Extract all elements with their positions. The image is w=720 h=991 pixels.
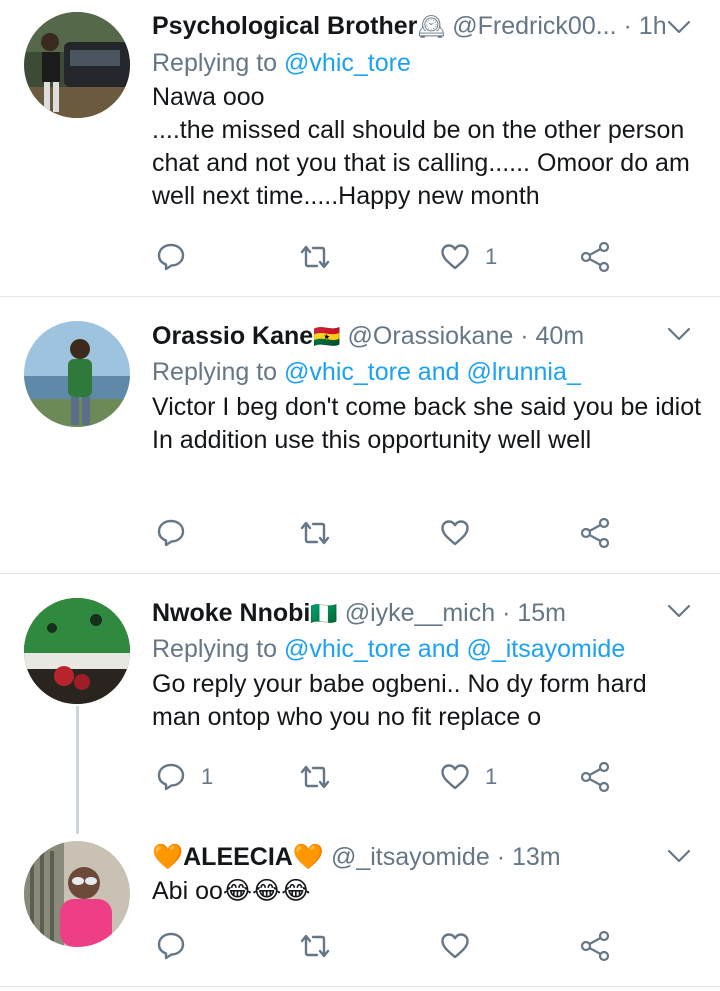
timestamp[interactable]: · 13m [497,843,561,871]
tweet-text: Go reply your babe ogbeni.. No dy form h… [152,670,647,731]
avatar[interactable] [24,841,130,947]
share-icon [579,930,611,962]
retweet-button[interactable] [298,929,346,963]
reply-button[interactable] [155,240,201,274]
display-name[interactable]: Psychological Brother [152,12,417,40]
tweet-text: Victor I beg don't come back she said yo… [152,393,702,454]
reply-icon [155,761,187,793]
display-name[interactable]: 🧡ALEECIA🧡 [152,843,324,871]
like-button[interactable]: 1 [439,240,497,274]
heart-icon [439,930,471,962]
avatar[interactable] [24,12,130,118]
replying-to: Replying to @vhic_tore [152,45,702,81]
tweet-header: Orassio Kane🇬🇭 @Orassiokane · 40m [152,318,702,354]
retweet-button[interactable] [298,760,346,794]
replying-prefix: Replying to [152,358,278,386]
chevron-down-icon[interactable] [666,598,692,624]
flag-nigeria-icon: 🇳🇬 [310,601,338,626]
flag-ghana-icon: 🇬🇭 [313,324,341,349]
chevron-down-icon[interactable] [666,321,692,347]
user-handle[interactable]: @_itsayomide [331,843,490,871]
reply-icon [155,241,187,273]
avatar[interactable] [24,598,130,704]
tweet[interactable]: 🧡ALEECIA🧡 @_itsayomide · 13m Abi oo😂😂😂 [0,829,720,991]
retweet-button[interactable] [298,516,346,550]
user-handle[interactable]: @iyke__mich [345,599,495,627]
replying-to-link[interactable]: @vhic_tore and @lrunnia_ [284,358,581,386]
tweet-header: Psychological Brother🕰 @Fredrick00... · … [152,8,702,44]
chevron-down-icon[interactable] [666,14,692,40]
timestamp[interactable]: · 1h [624,12,667,40]
avatar[interactable] [24,321,130,427]
share-icon [579,517,611,549]
reply-button[interactable]: 1 [155,760,213,794]
share-button[interactable] [579,516,611,550]
like-count: 1 [485,764,498,789]
tweet[interactable]: Orassio Kane🇬🇭 @Orassiokane · 40m Replyi… [0,297,720,573]
reply-icon [155,517,187,549]
tweet-header: 🧡ALEECIA🧡 @_itsayomide · 13m [152,839,702,875]
heart-icon [439,517,471,549]
tweet[interactable]: Psychological Brother🕰 @Fredrick00... · … [0,0,720,296]
retweet-icon [298,930,332,962]
retweet-icon [298,517,332,549]
tweet-text: Abi oo😂😂😂 [152,877,311,905]
replying-to: Replying to @vhic_tore and @lrunnia_ [152,354,702,390]
divider [0,986,720,987]
like-button[interactable]: 1 [439,760,497,794]
reply-button[interactable] [155,516,201,550]
like-button[interactable] [439,516,485,550]
chevron-down-icon[interactable] [666,843,692,869]
reply-count: 1 [201,764,214,789]
retweet-icon [298,761,332,793]
timestamp[interactable]: · 40m [520,322,584,350]
like-count: 1 [485,244,498,269]
heart-icon [439,761,471,793]
replying-to-link[interactable]: @vhic_tore and @_itsayomide [284,635,625,663]
share-icon [579,241,611,273]
replying-to-link[interactable]: @vhic_tore [284,49,411,77]
replying-to: Replying to @vhic_tore and @_itsayomide [152,631,702,667]
tweet-header: Nwoke Nnobi🇳🇬 @iyke__mich · 15m [152,595,702,631]
user-handle[interactable]: @Orassiokane [348,322,514,350]
reply-button[interactable] [155,929,201,963]
share-button[interactable] [579,240,611,274]
replying-prefix: Replying to [152,49,278,77]
share-icon [579,761,611,793]
retweet-icon [298,241,332,273]
tweet[interactable]: Nwoke Nnobi🇳🇬 @iyke__mich · 15m Replying… [0,574,720,829]
share-button[interactable] [579,929,611,963]
timestamp[interactable]: · 15m [502,599,566,627]
reply-icon [155,930,187,962]
replying-prefix: Replying to [152,635,278,663]
user-handle[interactable]: @Fredrick00... [452,12,616,40]
name-emoji: 🕰 [417,14,446,39]
retweet-button[interactable] [298,240,346,274]
heart-icon [439,241,471,273]
display-name[interactable]: Nwoke Nnobi [152,599,310,627]
share-button[interactable] [579,760,611,794]
tweet-text: Nawa ooo ....the missed call should be o… [152,83,690,210]
like-button[interactable] [439,929,485,963]
display-name[interactable]: Orassio Kane [152,322,313,350]
